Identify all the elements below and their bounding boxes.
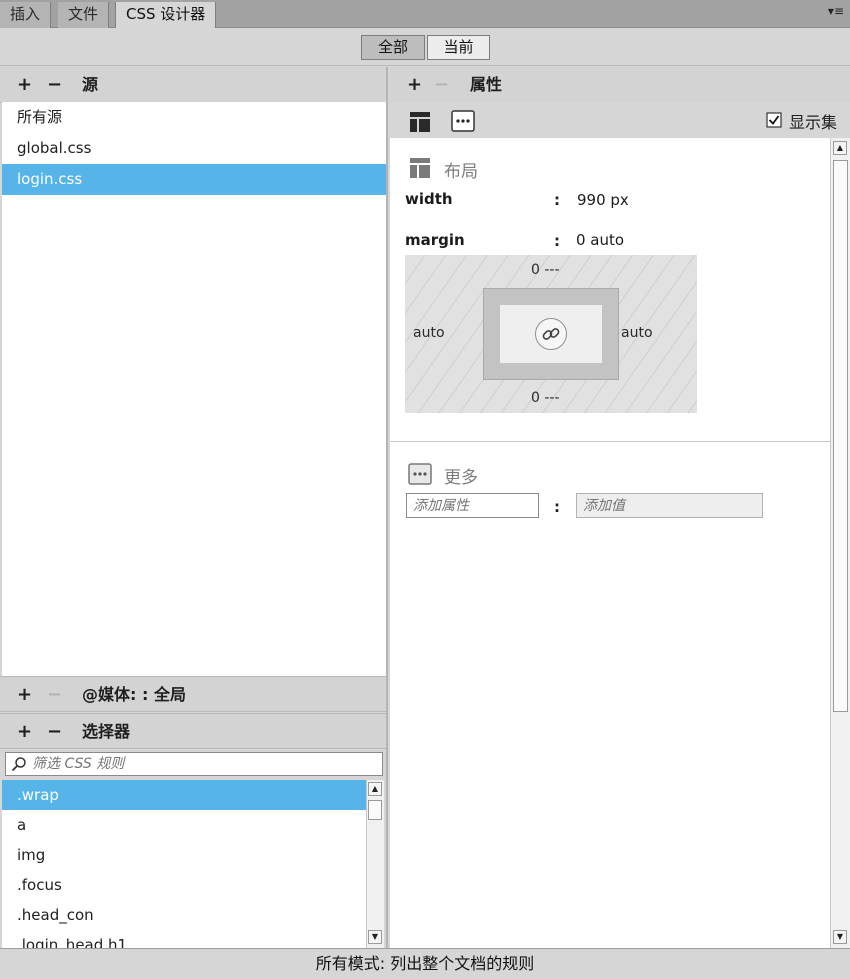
selectors-list: .wrap a img .focus .head_con .login_head… (2, 780, 366, 948)
tab-insert[interactable]: 插入 (0, 2, 52, 28)
tab-css-designer[interactable]: CSS 设计器 (115, 2, 217, 29)
scroll-down-arrow-icon[interactable]: ▼ (368, 930, 382, 944)
properties-header: + − 属性 (390, 67, 850, 103)
margin-bottom-value[interactable]: 0 --- (531, 390, 560, 406)
source-item-global-css[interactable]: global.css (2, 133, 386, 164)
source-item-login-css[interactable]: login.css (2, 164, 386, 195)
add-value-input[interactable] (576, 493, 763, 518)
add-property-button[interactable]: + (407, 67, 422, 103)
margin-property-value[interactable]: 0 auto (576, 231, 624, 249)
margin-box-inner (500, 305, 602, 363)
scroll-up-arrow-icon[interactable]: ▲ (833, 141, 847, 155)
layout-section-title: 布局 (444, 162, 478, 182)
layout-section-icon (410, 158, 430, 178)
status-bar: 所有模式: 列出整个文档的规则 (0, 948, 850, 979)
add-source-button[interactable]: + (17, 67, 32, 103)
selector-filter (5, 752, 383, 776)
margin-left-value[interactable]: auto (413, 325, 445, 341)
tab-files[interactable]: 文件 (58, 2, 110, 28)
margin-colon: : (554, 232, 560, 250)
margin-top-value[interactable]: 0 --- (531, 262, 560, 278)
scroll-up-arrow-icon[interactable]: ▲ (368, 782, 382, 796)
add-colon: : (554, 498, 560, 516)
add-selector-button[interactable]: + (17, 714, 32, 750)
mode-bar: 全部 当前 (0, 28, 850, 66)
section-divider (390, 441, 830, 442)
margin-right-value[interactable]: auto (621, 325, 653, 341)
properties-scroll-thumb[interactable] (833, 160, 848, 712)
remove-property-button[interactable]: − (434, 67, 449, 103)
mode-all-button[interactable]: 全部 (361, 35, 425, 60)
media-title: @媒体: : 全局 (82, 685, 186, 704)
sources-title: 源 (82, 75, 99, 94)
media-header: + − @媒体: : 全局 (0, 676, 386, 712)
link-values-button[interactable] (535, 318, 567, 350)
show-set-label: 显示集 (789, 113, 838, 132)
sources-list: 所有源 global.css login.css (2, 102, 386, 676)
selector-item-head-con[interactable]: .head_con (2, 900, 366, 930)
add-property-input[interactable] (406, 493, 539, 518)
selector-item-login-head-h1[interactable]: .login_head h1 (2, 930, 366, 948)
layout-category-icon[interactable] (409, 111, 431, 133)
add-media-button[interactable]: + (17, 677, 32, 713)
sources-header: + − 源 (0, 67, 386, 103)
scroll-down-arrow-icon[interactable]: ▼ (833, 930, 847, 944)
selectors-scrollbar[interactable]: ▲ ▼ (366, 780, 384, 948)
remove-media-button[interactable]: − (47, 677, 62, 713)
properties-title: 属性 (470, 75, 503, 94)
margin-box-editor: 0 --- auto auto 0 --- (405, 255, 697, 413)
selector-item-focus[interactable]: .focus (2, 870, 366, 900)
selector-filter-input[interactable] (32, 755, 372, 773)
width-property-value[interactable]: 990 px (577, 191, 629, 209)
remove-selector-button[interactable]: − (47, 714, 62, 750)
margin-property-name[interactable]: margin (405, 231, 465, 249)
selector-item-wrap[interactable]: .wrap (2, 780, 366, 810)
more-section-icon (408, 463, 432, 485)
margin-box-outer (483, 288, 619, 380)
panel-tab-bar: 插入 文件 CSS 设计器 ▾≡ (0, 0, 850, 29)
source-item-all[interactable]: 所有源 (2, 102, 386, 133)
properties-toolbar: 显示集 (390, 102, 850, 138)
panel-menu-icon[interactable]: ▾≡ (828, 4, 844, 18)
width-property-name[interactable]: width (405, 190, 453, 208)
search-icon (11, 757, 26, 772)
properties-scrollbar[interactable]: ▲ ▼ (830, 138, 850, 948)
remove-source-button[interactable]: − (47, 67, 62, 103)
link-icon (542, 328, 560, 340)
more-section-title: 更多 (444, 468, 478, 488)
selectors-scroll-thumb[interactable] (368, 800, 382, 820)
selectors-title: 选择器 (82, 722, 131, 741)
mode-current-button[interactable]: 当前 (427, 35, 490, 60)
selector-item-img[interactable]: img (2, 840, 366, 870)
selectors-header: + − 选择器 (0, 713, 386, 749)
selector-item-a[interactable]: a (2, 810, 366, 840)
show-set-checkbox[interactable] (766, 112, 782, 128)
more-category-icon[interactable] (451, 110, 475, 132)
width-colon: : (554, 191, 560, 209)
